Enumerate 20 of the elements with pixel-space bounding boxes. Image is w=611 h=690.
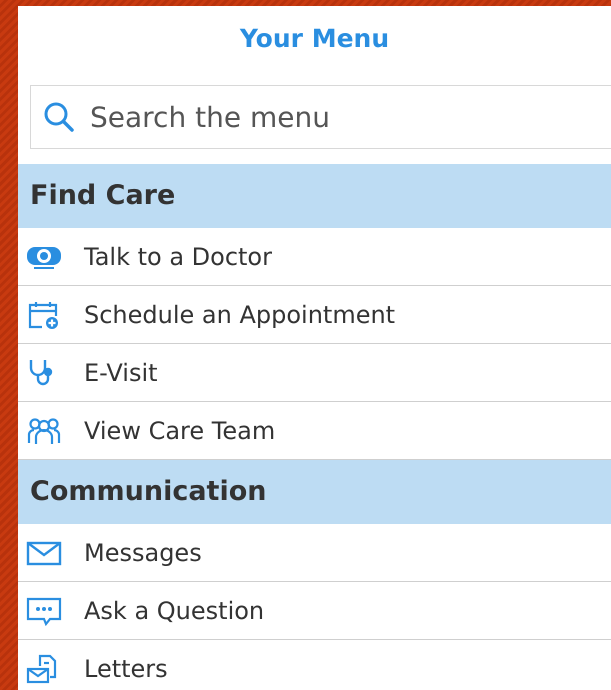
menu-item[interactable]: Ask a Question (18, 582, 611, 640)
menu-title: Your Menu (238, 23, 390, 55)
menu-item-label: Messages (84, 538, 202, 566)
menu-item-label: Letters (84, 654, 168, 682)
menu-item-label: Schedule an Appointment (84, 300, 396, 328)
section-header: Communication (18, 460, 611, 524)
menu-item[interactable]: Letters (18, 640, 611, 690)
menu-item[interactable]: E-Visit (18, 344, 611, 402)
section-header: Find Care (18, 164, 611, 228)
menu-item[interactable]: Messages (18, 524, 611, 582)
chat-bubble-icon (26, 596, 62, 626)
search-icon (43, 101, 75, 133)
menu-item[interactable]: Talk to a Doctor (18, 228, 611, 286)
search-field[interactable]: Search the menu (30, 85, 611, 149)
menu-item-label: Ask a Question (84, 596, 264, 624)
people-icon (26, 416, 62, 446)
menu-item-label: Talk to a Doctor (84, 242, 272, 270)
menu-item[interactable]: Schedule an Appointment (18, 286, 611, 344)
menu-item-label: View Care Team (84, 416, 276, 444)
menu-item-label: E-Visit (84, 358, 158, 386)
